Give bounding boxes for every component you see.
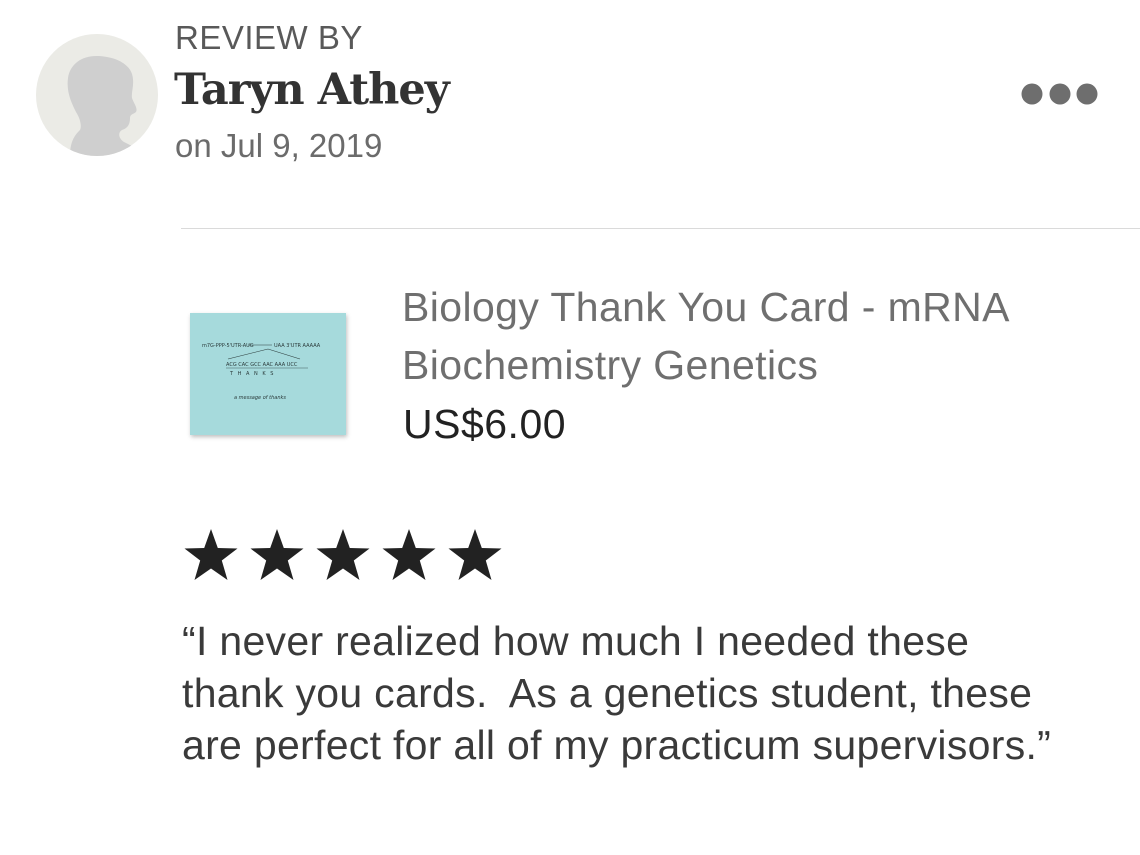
product-thumbnail[interactable]: m7G-PPP-5'UTR-AUG UAA 3'UTR AAAAA ACG CA…: [190, 313, 346, 435]
star-icon: [314, 527, 380, 583]
divider: [181, 228, 1140, 229]
star-rating: [182, 527, 512, 583]
star-icon: [446, 527, 512, 583]
star-icon: [248, 527, 314, 583]
star-icon: [380, 527, 446, 583]
card-line-2: ACG CAC GCC AAC AAA UCC: [226, 362, 298, 368]
reviewer-name[interactable]: Taryn Athey: [174, 64, 450, 116]
review-text: “I never realized how much I needed thes…: [182, 618, 1052, 768]
review-by-label: REVIEW BY: [175, 19, 363, 56]
card-line-1b: UAA 3'UTR AAAAA: [274, 343, 321, 349]
product-title-link[interactable]: Biology Thank You Card - mRNA Biochemist…: [402, 278, 1102, 394]
default-avatar-silhouette: [67, 56, 146, 156]
more-options-button[interactable]: [1010, 74, 1106, 114]
review-date: on Jul 9, 2019: [175, 127, 383, 164]
product-price: US$6.00: [403, 401, 567, 447]
card-line-3: T H A N K S: [229, 371, 275, 377]
star-icon: [182, 527, 248, 583]
card-line-1: m7G-PPP-5'UTR-AUG: [202, 343, 254, 349]
more-dots-icon: [1021, 83, 1098, 105]
reviewer-avatar[interactable]: [36, 34, 158, 156]
card-line-4: a message of thanks: [234, 395, 286, 401]
card-image: m7G-PPP-5'UTR-AUG UAA 3'UTR AAAAA ACG CA…: [202, 343, 321, 401]
